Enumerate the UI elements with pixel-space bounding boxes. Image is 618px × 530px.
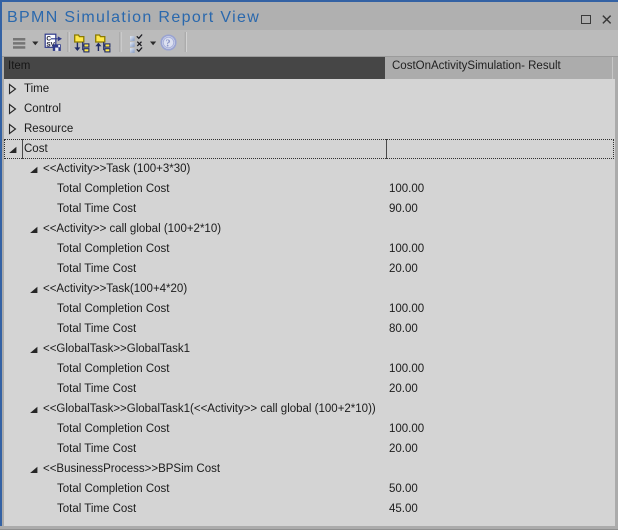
svg-text:?: ? (165, 38, 170, 49)
